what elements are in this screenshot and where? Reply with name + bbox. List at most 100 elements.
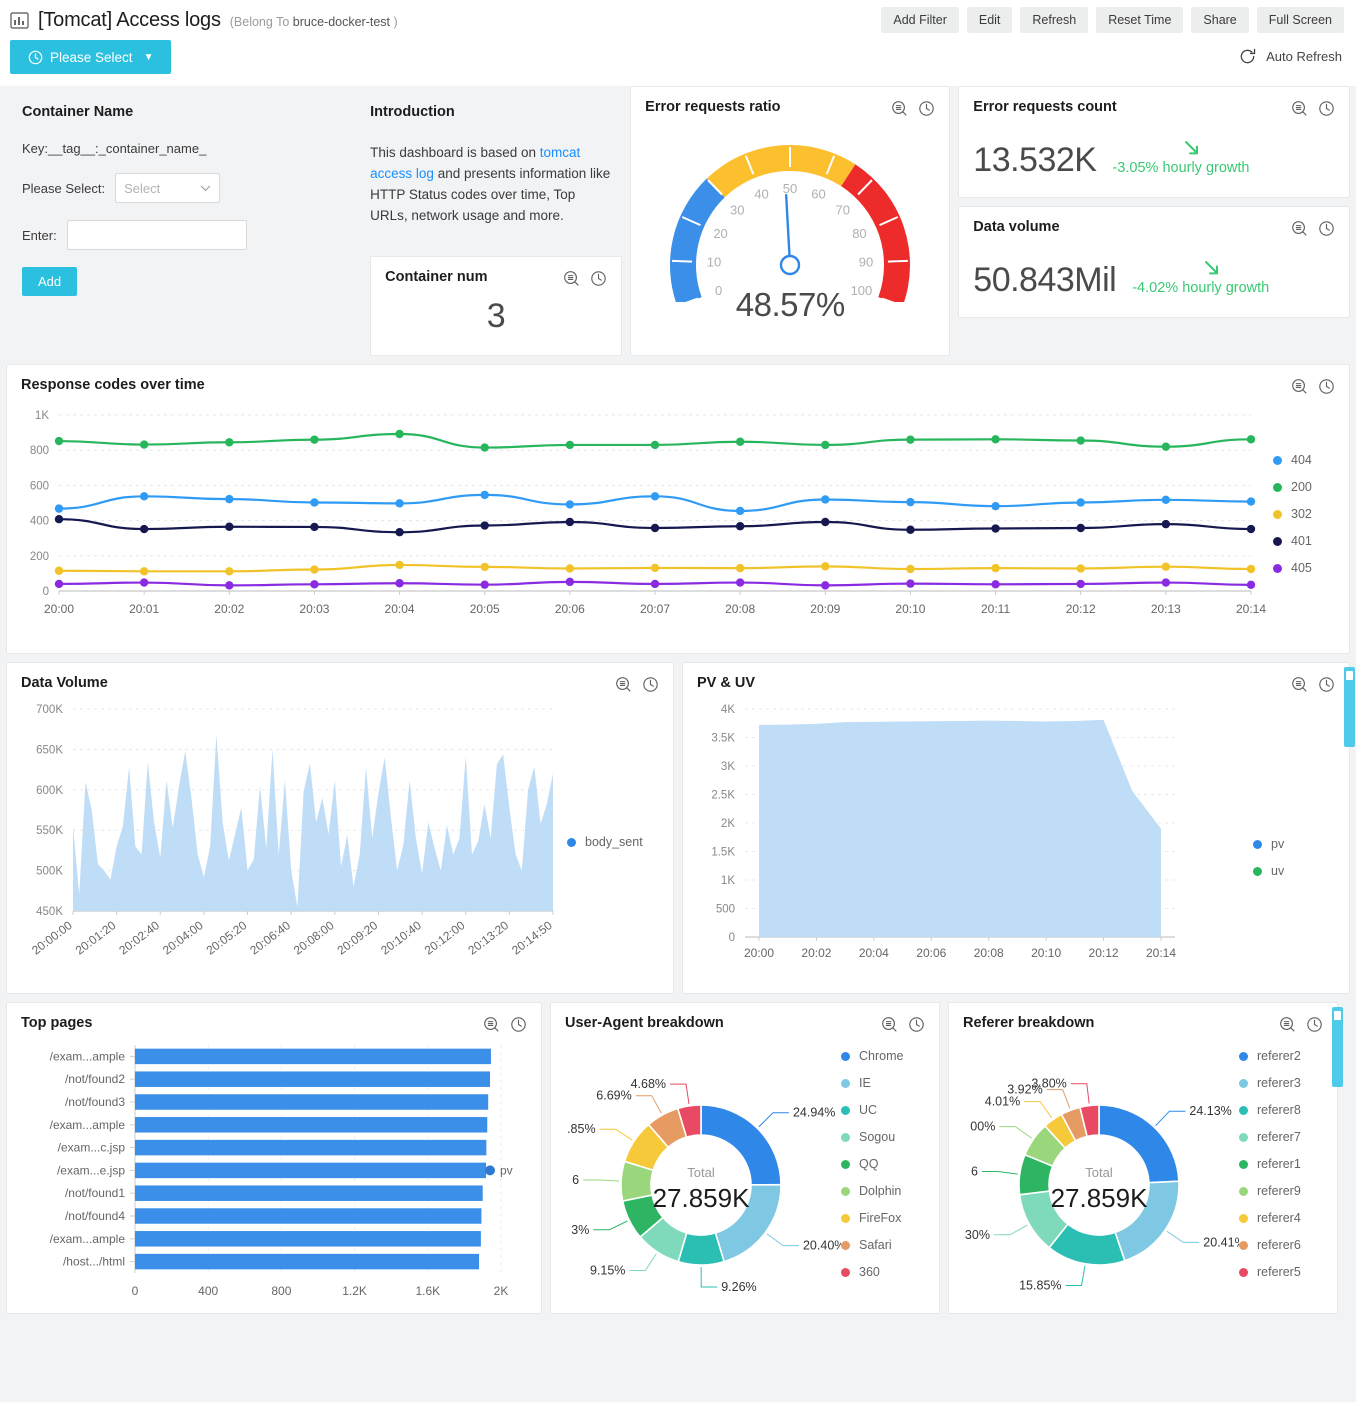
card-tools	[563, 269, 607, 287]
legend-item[interactable]: referer4	[1239, 1211, 1301, 1225]
clock-icon[interactable]	[1306, 1016, 1323, 1033]
clock-icon[interactable]	[1318, 378, 1335, 395]
clock-icon[interactable]	[510, 1016, 527, 1033]
metrics-column: Error requests count 13.532K -3.05% hour…	[958, 86, 1350, 356]
search-logs-icon[interactable]	[563, 270, 580, 287]
referer-breakdown-donut: 24.13%20.41%15.85%30%600%4.01%3.92%3.80%…	[965, 1077, 1239, 1293]
clock-icon[interactable]	[1318, 100, 1335, 117]
legend-label: Safari	[859, 1238, 892, 1252]
card-resize-handle[interactable]	[1332, 1007, 1343, 1087]
refresh-button[interactable]: Refresh	[1020, 7, 1089, 33]
legend-item[interactable]: UC	[841, 1103, 903, 1117]
legend-item[interactable]: uv	[1253, 864, 1284, 878]
search-logs-icon[interactable]	[1291, 676, 1308, 693]
edit-button[interactable]: Edit	[966, 7, 1013, 33]
referer-breakdown-legend: referer2 referer3 referer8 referer7 referer1…	[1239, 1049, 1301, 1307]
legend-item[interactable]: referer2	[1239, 1049, 1301, 1063]
add-button[interactable]: Add	[22, 267, 78, 296]
container-select[interactable]: Select	[115, 173, 221, 203]
clock-icon[interactable]	[1318, 220, 1335, 237]
svg-text:9.26%: 9.26%	[721, 1280, 756, 1294]
legend-label: body_sent	[585, 835, 643, 849]
search-logs-icon[interactable]	[1291, 100, 1308, 117]
legend-label: referer4	[1257, 1211, 1301, 1225]
legend-item[interactable]: referer8	[1239, 1103, 1301, 1117]
search-logs-icon[interactable]	[1279, 1016, 1296, 1033]
legend-label: referer1	[1257, 1157, 1301, 1171]
legend-item[interactable]: Sogou	[841, 1130, 903, 1144]
legend-item[interactable]: QQ	[841, 1157, 903, 1171]
svg-text:2.5K: 2.5K	[711, 790, 735, 802]
legend-item[interactable]: Dolphin	[841, 1184, 903, 1198]
arrow-down-right-icon	[1204, 261, 1218, 275]
svg-text:20:12: 20:12	[1066, 602, 1096, 616]
legend-item[interactable]: referer6	[1239, 1238, 1301, 1252]
legend-item[interactable]: Chrome	[841, 1049, 903, 1063]
legend-item[interactable]: referer3	[1239, 1076, 1301, 1090]
legend-item[interactable]: body_sent	[567, 835, 643, 849]
dashboard-icon	[10, 11, 29, 30]
legend-item[interactable]: pv	[1253, 837, 1284, 851]
legend-item[interactable]: referer7	[1239, 1130, 1301, 1144]
container-num-title: Container num	[385, 269, 488, 285]
response-codes-linechart: 0 200 400 600 800 1K 20:00 20:01 20:02 20:03 20:04…	[30, 410, 1267, 616]
svg-text:800: 800	[30, 445, 49, 457]
card-tools	[615, 675, 659, 693]
card-tools	[1291, 377, 1335, 395]
reset-time-button[interactable]: Reset Time	[1096, 7, 1184, 33]
search-logs-icon[interactable]	[891, 100, 908, 117]
legend-color-dot	[1239, 1078, 1248, 1088]
legend-label: uv	[1271, 864, 1285, 878]
legend-item[interactable]: referer9	[1239, 1184, 1301, 1198]
belong-to-label: (Belong To bruce-docker-test )	[229, 14, 398, 29]
legend-item[interactable]: FireFox	[841, 1211, 903, 1225]
svg-text:24.94%: 24.94%	[793, 1106, 835, 1120]
svg-text:20:12: 20:12	[1089, 946, 1119, 960]
search-logs-icon[interactable]	[483, 1016, 500, 1033]
clock-icon[interactable]	[642, 676, 659, 693]
legend-item[interactable]: 405	[1273, 561, 1312, 575]
data-volume-metric-title: Data volume	[973, 219, 1060, 235]
legend-label: referer2	[1257, 1049, 1301, 1063]
enter-label: Enter:	[22, 227, 57, 243]
legend-item[interactable]: 200	[1273, 480, 1312, 494]
full-screen-button[interactable]: Full Screen	[1256, 7, 1344, 33]
share-button[interactable]: Share	[1191, 7, 1249, 33]
ua-breakdown-legend: Chrome IE UC Sogou QQ Dolphin FireFox Safari 360	[841, 1049, 903, 1307]
legend-item[interactable]: Safari	[841, 1238, 903, 1252]
svg-text:20:14: 20:14	[1146, 946, 1176, 960]
clock-icon[interactable]	[590, 270, 607, 287]
auto-refresh-toggle[interactable]: Auto Refresh	[1238, 47, 1342, 66]
svg-text:650K: 650K	[36, 744, 63, 756]
error-ratio-header: Error requests ratio	[631, 87, 949, 119]
legend-item[interactable]: 404	[1273, 453, 1312, 467]
data-volume-growth: -4.02% hourly growth	[1132, 261, 1269, 297]
legend-item[interactable]: 401	[1273, 534, 1312, 548]
container-num-card: Container num 3	[370, 256, 623, 356]
svg-text:20:09:20: 20:09:20	[335, 918, 381, 957]
search-logs-icon[interactable]	[881, 1016, 898, 1033]
legend-item[interactable]: IE	[841, 1076, 903, 1090]
legend-item[interactable]: referer1	[1239, 1157, 1301, 1171]
add-filter-button[interactable]: Add Filter	[881, 7, 959, 33]
legend-label: FireFox	[859, 1211, 902, 1225]
card-resize-handle[interactable]	[1344, 667, 1355, 747]
svg-text:20:07: 20:07	[640, 602, 670, 616]
svg-text:1K: 1K	[35, 410, 49, 422]
search-logs-icon[interactable]	[1291, 220, 1308, 237]
svg-text:20:08:00: 20:08:00	[291, 918, 337, 957]
clock-icon[interactable]	[918, 100, 935, 117]
svg-text:1.5K: 1.5K	[711, 847, 735, 859]
top-pages-barchart: 0 400 800 1.2K 1.6K 2K/exam...ample/not/found…	[50, 1045, 513, 1298]
svg-text:20:06: 20:06	[555, 602, 585, 616]
clock-icon[interactable]	[1318, 676, 1335, 693]
legend-item[interactable]: 302	[1273, 507, 1312, 521]
search-logs-icon[interactable]	[615, 676, 632, 693]
legend-item[interactable]: 360	[841, 1265, 903, 1279]
search-logs-icon[interactable]	[1291, 378, 1308, 395]
enter-input[interactable]	[66, 220, 247, 250]
legend-label: 404	[1291, 453, 1312, 467]
legend-item[interactable]: referer5	[1239, 1265, 1301, 1279]
clock-icon[interactable]	[908, 1016, 925, 1033]
time-range-picker[interactable]: Please Select ▼	[10, 40, 172, 74]
